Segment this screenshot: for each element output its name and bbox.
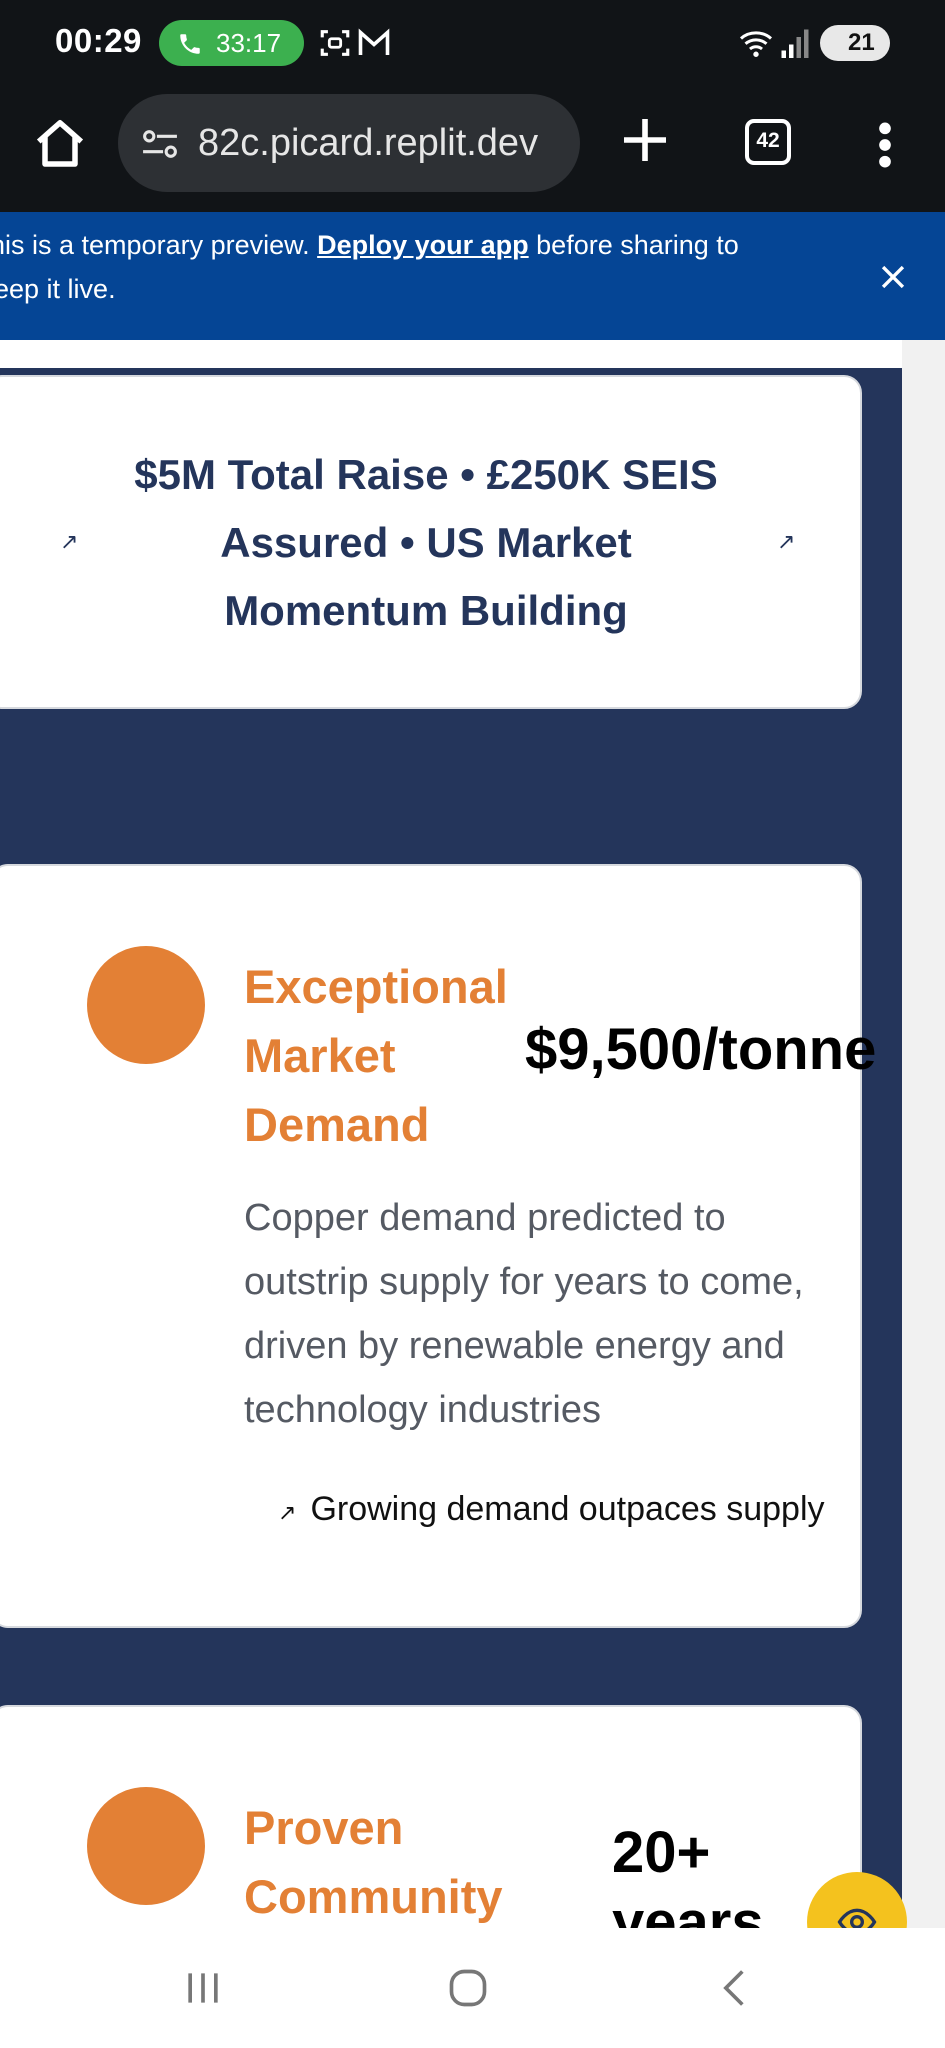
deploy-app-link[interactable]: Deploy your app	[317, 230, 529, 260]
feature-card-market-demand: Exceptional Market Demand $9,500/tonne C…	[0, 864, 876, 1628]
call-timer: 33:17	[216, 28, 282, 58]
feature-description-line: driven by renewable energy and	[244, 1325, 785, 1367]
trending-up-icon: ↗	[60, 529, 79, 554]
phone-icon	[180, 34, 200, 54]
home-icon[interactable]	[30, 114, 90, 174]
home-circle-icon[interactable]	[445, 1966, 491, 2010]
feature-trend-text: Growing demand outpaces supply	[310, 1490, 825, 1528]
tab-count: 42	[756, 129, 780, 152]
back-icon[interactable]	[712, 1966, 758, 2010]
site-settings-icon[interactable]	[140, 128, 180, 160]
banner-text-line2: eep it live.	[0, 274, 116, 304]
banner-text-suffix: before sharing to	[528, 230, 739, 260]
status-bar: 00:29 33:17 21	[0, 0, 945, 90]
ongoing-call-pill[interactable]: 33:17	[159, 20, 304, 66]
battery-level: 21	[848, 29, 875, 56]
battery-icon: 21	[820, 25, 890, 61]
funding-headline: $5M Total Raise • £250K SEIS Assured • U…	[134, 451, 718, 634]
feature-metric: $9,500/tonne	[525, 1017, 877, 1082]
screenshot-icon	[320, 30, 350, 56]
address-bar[interactable]: 82c.picard.replit.dev	[118, 94, 580, 192]
clock: 00:29	[55, 22, 142, 59]
browser-toolbar: 82c.picard.replit.dev 42	[0, 90, 945, 212]
feature-metric: 20+	[612, 1820, 711, 1885]
system-navigation-bar	[0, 1928, 945, 2048]
top-strip	[0, 340, 902, 368]
feature-icon-circle	[87, 946, 205, 1064]
new-tab-icon[interactable]	[617, 112, 673, 168]
feature-trend: ↗ Growing demand outpaces supply	[278, 1490, 825, 1529]
banner-text-prefix: his is a temporary preview.	[0, 230, 318, 260]
gmail-icon	[358, 28, 390, 55]
feature-title: Proven Community	[244, 1801, 503, 1923]
banner-text-line1: his is a temporary preview. Deploy your …	[0, 230, 739, 261]
url-text[interactable]: 82c.picard.replit.dev	[198, 122, 538, 165]
feature-description-line: technology industries	[244, 1389, 601, 1431]
more-menu-icon[interactable]	[870, 120, 900, 170]
preview-banner: his is a temporary preview. Deploy your …	[0, 212, 945, 340]
wifi-icon	[739, 31, 773, 57]
close-icon[interactable]	[876, 260, 910, 294]
tab-switcher-button[interactable]: 42	[745, 119, 791, 165]
signal-icon	[781, 29, 809, 58]
trend-arrow-icon: ↗	[278, 1500, 297, 1525]
feature-icon-circle	[87, 1787, 205, 1905]
feature-description-line: outstrip supply for years to come,	[244, 1261, 804, 1303]
feature-description-line: Copper demand predicted to	[244, 1197, 726, 1239]
feature-title: Exceptional Market Demand	[244, 960, 508, 1151]
trending-up-icon: ↗	[777, 529, 796, 554]
recents-icon[interactable]	[180, 1966, 226, 2010]
funding-highlight-card: ↗ $5M Total Raise • £250K SEIS Assured •…	[0, 375, 862, 709]
